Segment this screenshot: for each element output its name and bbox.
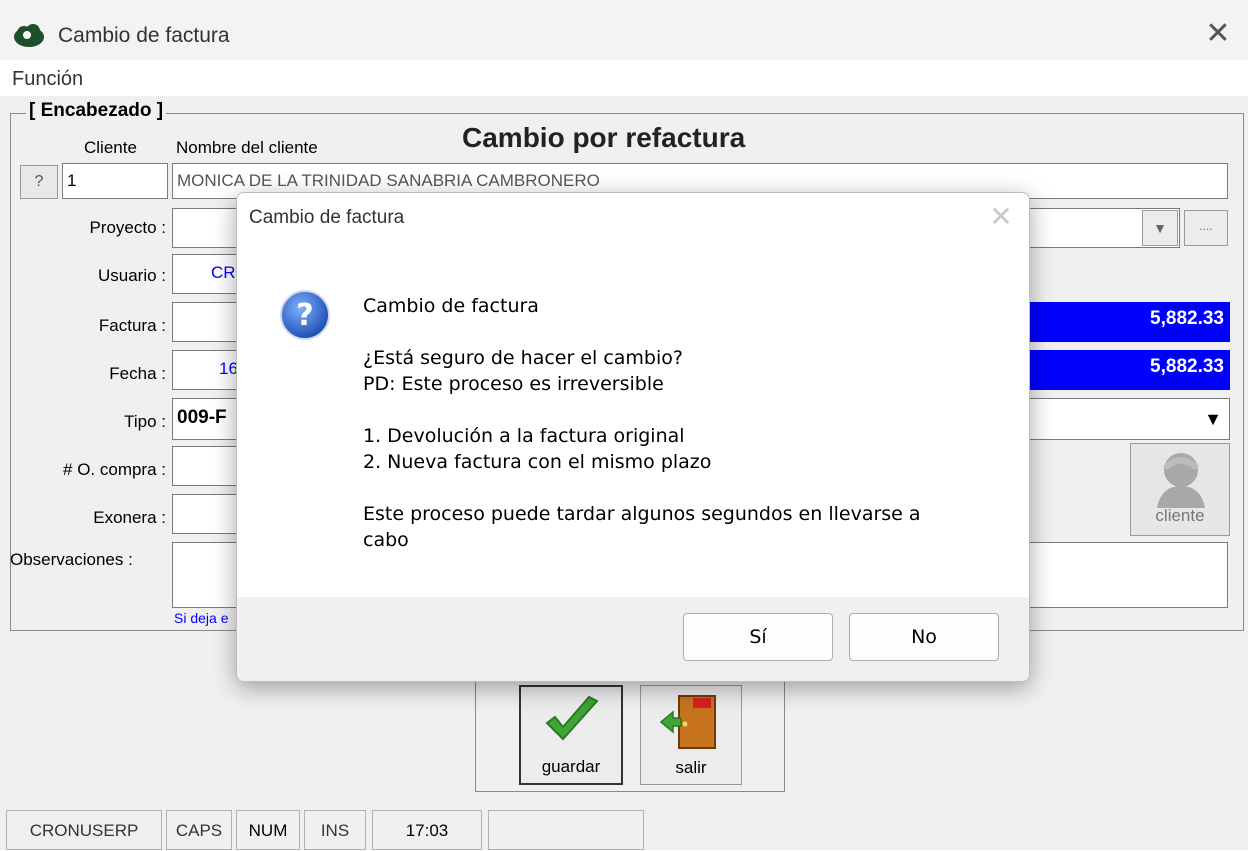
- svg-text:?: ?: [296, 298, 313, 333]
- exonera-label: Exonera :: [93, 508, 166, 527]
- dialog-step-1: 1. Devolución a la factura original: [363, 425, 685, 447]
- total-amount-2: 5,882.33: [1028, 350, 1230, 390]
- dialog-step-2: 2. Nueva factura con el mismo plazo: [363, 451, 712, 473]
- factura-label: Factura :: [98, 316, 166, 335]
- checkmark-icon: [545, 695, 599, 741]
- usuario-field[interactable]: CR: [172, 254, 242, 294]
- app-cloud-icon: [14, 24, 44, 47]
- cliente-label: Cliente: [84, 138, 137, 157]
- usuario-label: Usuario :: [97, 266, 166, 285]
- status-user: CRONUSERP: [6, 810, 162, 850]
- salir-label: salir: [675, 758, 707, 777]
- close-icon[interactable]: ✕: [1198, 16, 1238, 52]
- group-label: [ Encabezado ]: [26, 100, 167, 122]
- fecha-field[interactable]: 16: [172, 350, 242, 390]
- orden-compra-field[interactable]: [172, 446, 242, 486]
- dialog-question: ¿Está seguro de hacer el cambio?: [363, 347, 683, 369]
- proyecto-label: Proyecto :: [89, 218, 166, 237]
- guardar-label: guardar: [541, 757, 601, 776]
- total-amount-1: 5,882.33: [1028, 302, 1230, 342]
- nombre-cliente-label: Nombre del cliente: [176, 138, 318, 157]
- status-num: NUM: [236, 810, 300, 850]
- guardar-button[interactable]: guardar: [519, 685, 623, 785]
- tipo-chevron-down-icon[interactable]: ▼: [1200, 404, 1226, 434]
- status-ins: INS: [304, 810, 366, 850]
- observaciones-hint: Si deja e: [174, 610, 229, 626]
- confirm-dialog: Cambio de factura ✕ ? Cambio de factura …: [236, 192, 1030, 682]
- menu-item-funcion[interactable]: Función: [12, 68, 83, 91]
- dialog-close-icon[interactable]: ✕: [985, 201, 1017, 233]
- status-extra: [488, 810, 644, 850]
- menu-bar: [0, 60, 1248, 96]
- user-icon: [1157, 453, 1205, 508]
- no-button[interactable]: No: [849, 613, 999, 661]
- status-caps: CAPS: [166, 810, 232, 850]
- tipo-label: Tipo :: [124, 412, 166, 431]
- dialog-heading: Cambio de factura: [363, 295, 539, 317]
- dialog-note: PD: Este proceso es irreversible: [363, 373, 664, 395]
- cliente-code-field[interactable]: 1: [62, 163, 168, 199]
- dialog-warning-line-1: Este proceso puede tardar algunos segund…: [363, 503, 921, 525]
- salir-button[interactable]: salir: [640, 685, 742, 785]
- exit-door-icon: [659, 695, 716, 749]
- status-time: 17:03: [372, 810, 482, 850]
- page-heading: Cambio por refactura: [462, 122, 746, 153]
- dialog-title: Cambio de factura: [249, 207, 405, 228]
- factura-field[interactable]: [172, 302, 242, 342]
- cliente-button[interactable]: cliente: [1130, 443, 1230, 536]
- yes-button[interactable]: Sí: [683, 613, 833, 661]
- cliente-button-label: cliente: [1155, 506, 1205, 525]
- dialog-warning-line-2: cabo: [363, 529, 409, 551]
- client-lookup-button[interactable]: ?: [20, 165, 58, 199]
- orden-compra-label: # O. compra :: [63, 460, 166, 479]
- observaciones-label: Observaciones :: [10, 550, 133, 569]
- fecha-label: Fecha :: [109, 364, 166, 383]
- exonera-field[interactable]: [172, 494, 242, 534]
- window-title: Cambio de factura: [58, 24, 230, 47]
- chevron-down-icon[interactable]: ▼: [1142, 210, 1178, 246]
- proyecto-browse-button[interactable]: ....: [1184, 210, 1228, 246]
- question-icon: ?: [280, 290, 330, 340]
